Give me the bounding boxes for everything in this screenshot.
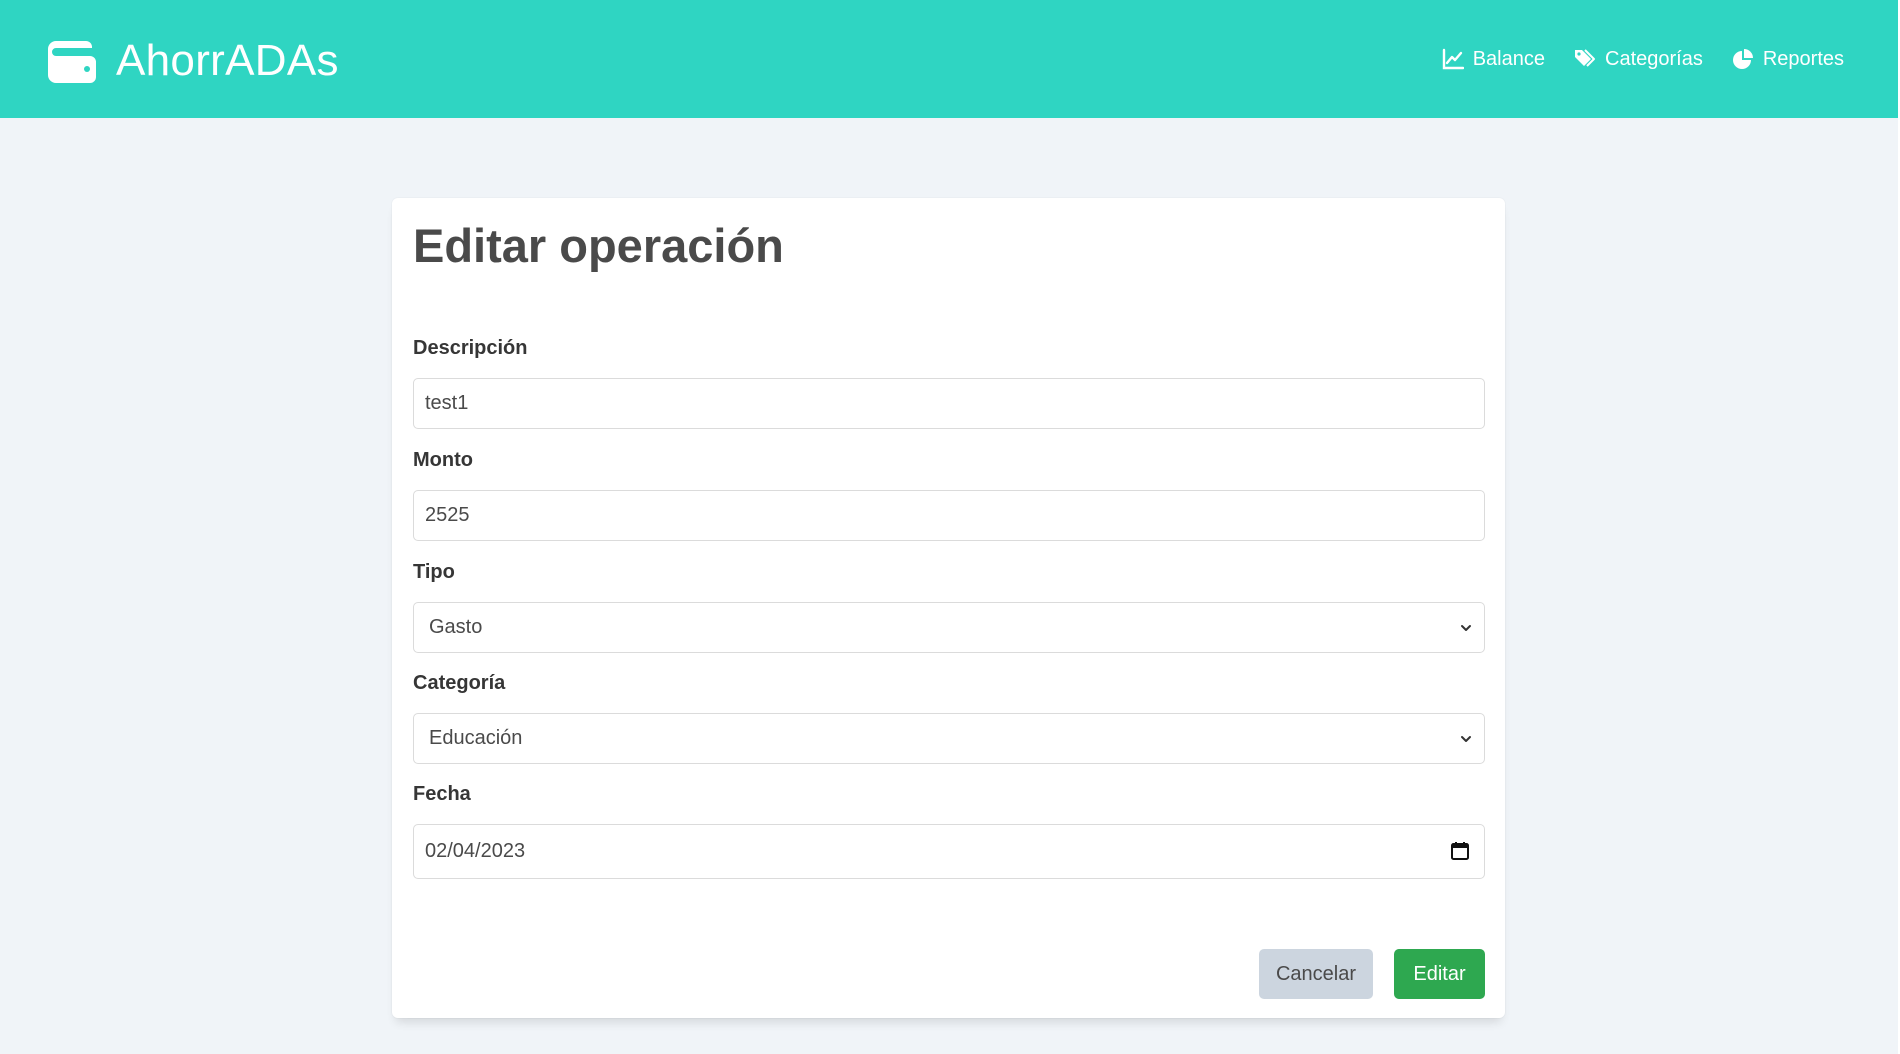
brand[interactable]: AhorrADAs: [48, 38, 339, 84]
nav-item-label: Reportes: [1762, 47, 1844, 70]
page-title: Editar operación: [413, 219, 784, 272]
nav-item-categorias[interactable]: Categorías: [1574, 48, 1703, 71]
calendar-icon[interactable]: [1450, 841, 1470, 861]
app-title: AhorrADAs: [116, 36, 339, 85]
nav-item-balance[interactable]: Balance: [1442, 48, 1545, 71]
chevron-down-icon: [1461, 736, 1471, 742]
tipo-value: Gasto: [429, 616, 483, 638]
descripcion-label: Descripción: [413, 337, 528, 359]
tags-icon: [1575, 49, 1595, 67]
categoria-select[interactable]: Educación: [413, 713, 1485, 764]
monto-value: 2525: [425, 504, 470, 526]
categoria-value: Educación: [429, 727, 523, 749]
tipo-label: Tipo: [413, 561, 455, 583]
nav-item-reportes[interactable]: Reportes: [1732, 48, 1844, 71]
nav-menu: Balance Categorías Reportes: [1413, 44, 1844, 74]
tipo-select[interactable]: Gasto: [413, 602, 1485, 653]
nav-item-label: Categorías: [1605, 47, 1703, 70]
categoria-label: Categoría: [413, 672, 506, 694]
monto-input[interactable]: 2525: [413, 490, 1485, 541]
edit-button[interactable]: Editar: [1394, 949, 1485, 999]
descripcion-value: test1: [425, 392, 469, 414]
nav-item-label: Balance: [1472, 47, 1545, 70]
chart-line-icon: [1442, 48, 1464, 70]
cancel-button[interactable]: Cancelar: [1259, 949, 1373, 999]
navbar: AhorrADAs Balance Categorías Reportes: [0, 0, 1898, 118]
page-background: AhorrADAs Balance Categorías Reportes Ed…: [0, 0, 1898, 1054]
edit-operation-card: Editar operación Descripción test1 Monto…: [392, 198, 1505, 1018]
descripcion-input[interactable]: test1: [413, 378, 1485, 429]
monto-label: Monto: [413, 449, 473, 471]
fecha-label: Fecha: [413, 783, 471, 805]
fecha-input[interactable]: 02/04/2023: [413, 824, 1485, 879]
wallet-icon: [48, 41, 96, 83]
pie-chart-icon: [1732, 49, 1753, 69]
fecha-value: 02/04/2023: [425, 840, 526, 862]
chevron-down-icon: [1461, 625, 1471, 631]
